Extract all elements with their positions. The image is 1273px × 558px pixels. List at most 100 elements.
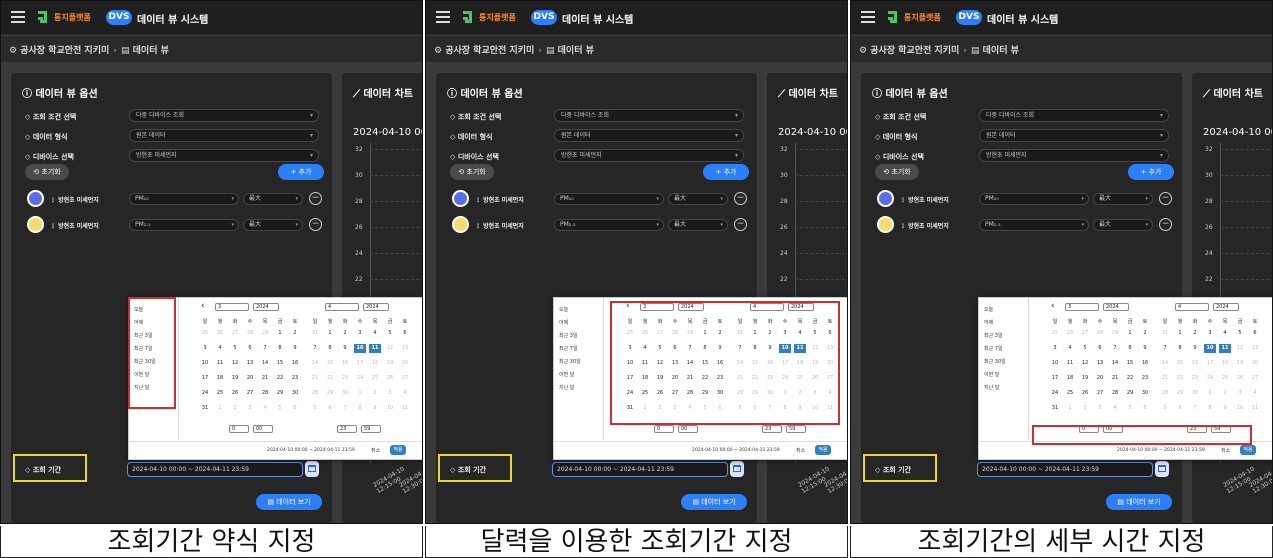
aggregation-select[interactable]: 最大 ▾ [668, 219, 728, 231]
calendar-day[interactable]: 8 [1124, 344, 1136, 353]
calendar-day[interactable]: 6 [1174, 404, 1186, 413]
calendar-day[interactable]: 29 [274, 389, 286, 398]
calendar-day[interactable]: 2 [1189, 329, 1201, 338]
breadcrumb-page[interactable]: 데이터 뷰 [133, 46, 169, 56]
calendar-day[interactable]: 19 [1234, 359, 1246, 368]
aggregation-select[interactable]: 最大 ▾ [243, 193, 303, 205]
calendar-day[interactable]: 6 [289, 404, 301, 413]
month-select[interactable]: 4 [1175, 303, 1209, 311]
calendar-day[interactable]: 7 [309, 344, 321, 353]
calendar-day[interactable]: 30 [339, 389, 351, 398]
calendar-day[interactable]: 2 [289, 329, 301, 338]
calendar-day[interactable]: 11 [399, 404, 411, 413]
apply-button[interactable]: 적용 [390, 445, 406, 455]
preset-item[interactable]: 지난 달 [559, 384, 574, 391]
calendar-button[interactable] [1155, 461, 1169, 477]
remove-device-icon[interactable]: − [309, 192, 322, 205]
view-data-button[interactable]: ▤ 데이터 보기 [1106, 494, 1172, 510]
calendar-day[interactable]: 14 [259, 359, 271, 368]
drag-handle-icon[interactable]: ⋮ [900, 223, 908, 230]
add-button[interactable]: + 추가 [703, 164, 749, 180]
calendar-day[interactable]: 9 [369, 404, 381, 413]
calendar-day[interactable]: 2 [1219, 389, 1231, 398]
calendar-day[interactable]: 7 [1109, 344, 1121, 353]
device-color-swatch[interactable] [452, 216, 469, 233]
option-select[interactable]: 방현초 미세먼지 ▾ [129, 149, 319, 162]
calendar-day[interactable]: 29 [1124, 389, 1136, 398]
calendar-day[interactable]: 17 [1049, 374, 1061, 383]
calendar-day[interactable]: 29 [1174, 389, 1186, 398]
reset-button[interactable]: ⟲ 초기화 [450, 164, 494, 180]
calendar-day[interactable]: 21 [1109, 374, 1121, 383]
year-select[interactable]: 2024 [1103, 303, 1129, 311]
calendar-day[interactable]: 13 [1094, 359, 1106, 368]
calendar-day[interactable]: 1 [274, 329, 286, 338]
calendar-day[interactable]: 5 [384, 329, 396, 338]
period-input[interactable]: 2024-04-10 00:00 ~ 2024-04-11 23:59 [127, 462, 303, 477]
calendar-day[interactable]: 26 [1234, 374, 1246, 383]
calendar-day[interactable]: 23 [1189, 374, 1201, 383]
calendar-day[interactable]: 17 [354, 359, 366, 368]
calendar-day[interactable]: 26 [214, 329, 226, 338]
aggregation-select[interactable]: 最大 ▾ [668, 193, 728, 205]
calendar-day[interactable]: 6 [399, 329, 411, 338]
calendar-day[interactable]: 1 [1064, 404, 1076, 413]
preset-item[interactable]: 최근 7일 [984, 345, 1003, 352]
calendar-day[interactable]: 5 [1079, 344, 1091, 353]
calendar-day[interactable]: 7 [1159, 344, 1171, 353]
preset-item[interactable]: 최근 7일 [559, 345, 578, 352]
calendar-day[interactable]: 9 [339, 344, 351, 353]
calendar-day[interactable]: 15 [324, 359, 336, 368]
calendar-day[interactable]: 11 [1219, 344, 1231, 353]
start-time-select[interactable]: 0 [654, 425, 674, 433]
aggregation-select[interactable]: 最大 ▾ [1093, 193, 1153, 205]
add-button[interactable]: + 추가 [278, 164, 324, 180]
drag-handle-icon[interactable]: ⋮ [900, 197, 908, 204]
calendar-day[interactable]: 14 [309, 359, 321, 368]
calendar-day[interactable]: 18 [1219, 359, 1231, 368]
period-input[interactable]: 2024-04-10 00:00 ~ 2024-04-11 23:59 [977, 462, 1153, 477]
calendar-day[interactable]: 13 [244, 359, 256, 368]
calendar-day[interactable]: 27 [244, 389, 256, 398]
aggregation-select[interactable]: 最大 ▾ [243, 219, 303, 231]
option-select[interactable]: 원본 데이터 ▾ [554, 129, 744, 142]
reset-button[interactable]: ⟲ 초기화 [25, 164, 69, 180]
calendar-day[interactable]: 12 [1234, 344, 1246, 353]
year-select[interactable]: 2024 [1213, 303, 1239, 311]
calendar-day[interactable]: 25 [369, 374, 381, 383]
calendar-day[interactable]: 28 [259, 389, 271, 398]
calendar-day[interactable]: 23 [339, 374, 351, 383]
calendar-day[interactable]: 24 [1204, 374, 1216, 383]
calendar-day[interactable]: 21 [1159, 374, 1171, 383]
calendar-day[interactable]: 22 [324, 374, 336, 383]
calendar-day[interactable]: 10 [1204, 344, 1216, 353]
remove-device-icon[interactable]: − [734, 192, 747, 205]
calendar-day[interactable]: 16 [289, 359, 301, 368]
remove-device-icon[interactable]: − [734, 218, 747, 231]
calendar-day[interactable]: 29 [324, 389, 336, 398]
calendar-day[interactable]: 12 [1079, 359, 1091, 368]
calendar-day[interactable]: 23 [1139, 374, 1151, 383]
calendar-day[interactable]: 7 [259, 344, 271, 353]
calendar-day[interactable]: 16 [1189, 359, 1201, 368]
calendar-day[interactable]: 19 [1079, 374, 1091, 383]
calendar-day[interactable]: 12 [229, 359, 241, 368]
calendar-day[interactable]: 14 [1109, 359, 1121, 368]
device-color-swatch[interactable] [877, 190, 894, 207]
calendar-day[interactable]: 28 [309, 389, 321, 398]
calendar-day[interactable]: 6 [244, 344, 256, 353]
calendar-day[interactable]: 3 [1234, 389, 1246, 398]
drag-handle-icon[interactable]: ⋮ [475, 197, 483, 204]
chevron-left-icon[interactable]: ‹ [201, 302, 205, 311]
calendar-day[interactable]: 11 [1249, 404, 1261, 413]
preset-item[interactable]: 이번 달 [984, 371, 999, 378]
menu-icon[interactable] [861, 11, 875, 23]
calendar-day[interactable]: 27 [399, 374, 411, 383]
calendar-day[interactable]: 15 [1174, 359, 1186, 368]
calendar-day[interactable]: 31 [309, 329, 321, 338]
calendar-day[interactable]: 9 [1219, 404, 1231, 413]
calendar-day[interactable]: 28 [1094, 329, 1106, 338]
calendar-day[interactable]: 16 [339, 359, 351, 368]
preset-item[interactable]: 오늘 [559, 306, 568, 313]
calendar-day[interactable]: 23 [289, 374, 301, 383]
